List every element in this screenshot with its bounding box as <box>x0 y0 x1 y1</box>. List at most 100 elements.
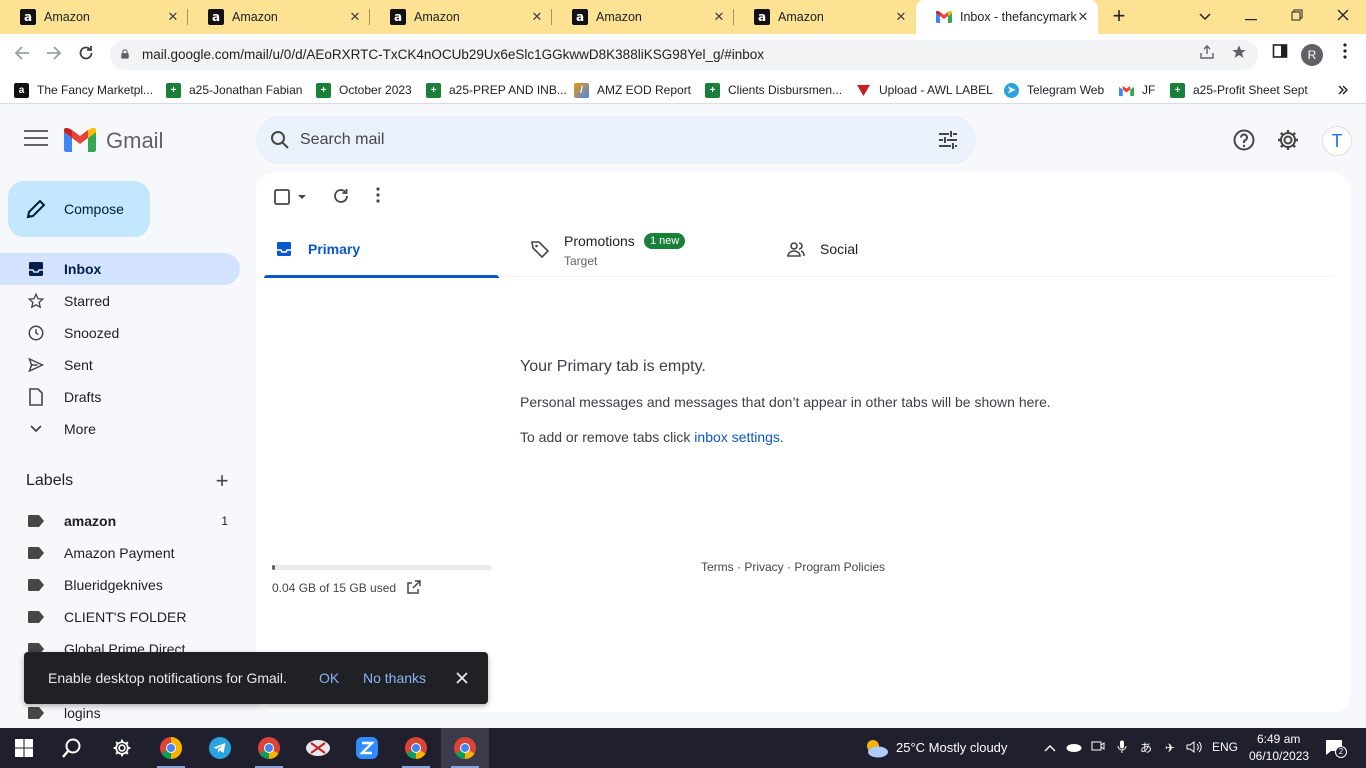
tab-search-icon[interactable] <box>1182 0 1228 34</box>
tab-label: Primary <box>308 241 361 257</box>
share-glyph <box>1200 45 1214 59</box>
close-icon[interactable]: ✕ <box>528 8 546 26</box>
no-thanks-button[interactable]: No thanks <box>363 670 426 686</box>
inbox-settings-link[interactable]: inbox settings <box>694 429 780 445</box>
bookmark-item[interactable]: + October 2023 <box>316 81 412 99</box>
clock-date[interactable]: 06/10/2023 <box>1249 749 1309 763</box>
bookmark-item[interactable]: + a25-Profit Sheet Sept <box>1170 81 1308 99</box>
label-item[interactable]: Blueridgeknives <box>0 569 240 601</box>
open-in-new-icon[interactable] <box>406 579 422 595</box>
close-icon[interactable]: ✕ <box>1074 8 1092 26</box>
refresh-button[interactable] <box>332 187 352 207</box>
tab-social[interactable]: Social <box>776 221 1011 277</box>
sidebar-item-more[interactable]: More <box>0 413 240 445</box>
bookmark-item[interactable]: + a25-Jonathan Fabian <box>166 81 302 99</box>
ime-icon[interactable]: あ <box>1138 740 1154 756</box>
help-icon[interactable] <box>1232 128 1256 152</box>
main-menu-icon[interactable] <box>24 130 48 148</box>
onedrive-cloud-icon[interactable] <box>1066 740 1082 756</box>
share-icon[interactable] <box>1196 44 1218 66</box>
back-button[interactable] <box>9 43 35 69</box>
add-label-icon[interactable]: + <box>212 470 232 492</box>
address-bar[interactable]: mail.google.com/mail/u/0/d/AEoRXRTC-TxCK… <box>110 40 1258 70</box>
close-icon[interactable]: ✕ <box>164 8 182 26</box>
taskbar-zoom[interactable] <box>343 728 391 768</box>
reload-button[interactable] <box>73 43 99 69</box>
browser-tab[interactable]: a Amazon ✕ <box>734 0 916 34</box>
bookmark-item[interactable]: + a25-PREP AND INB... <box>426 81 567 99</box>
taskbar-chrome-profile[interactable] <box>245 728 293 768</box>
search-input[interactable] <box>300 128 900 152</box>
tab-primary[interactable]: Primary <box>264 221 499 278</box>
chevron-up-icon[interactable] <box>1042 740 1058 756</box>
more-bookmarks-icon[interactable] <box>1338 81 1348 99</box>
label-item[interactable]: Amazon Payment <box>0 537 240 569</box>
clock-time[interactable]: 6:49 am <box>1257 732 1300 746</box>
bookmark-item[interactable]: Upload - AWL LABEL <box>856 81 993 99</box>
select-all-checkbox[interactable] <box>274 187 308 207</box>
more-options-button[interactable] <box>376 187 388 207</box>
compose-label: Compose <box>64 201 124 217</box>
bookmark-item[interactable]: ➤ Telegram Web <box>1004 81 1104 99</box>
bookmark-item[interactable]: JF <box>1119 81 1155 99</box>
search-icon[interactable] <box>268 128 292 152</box>
tab-promotions[interactable]: Promotions 1 new Target <box>520 221 770 277</box>
gear-icon[interactable] <box>1276 128 1300 152</box>
microphone-icon[interactable] <box>1114 740 1130 756</box>
close-icon[interactable]: ✕ <box>892 8 910 26</box>
taskbar-chrome-profile-2[interactable] <box>392 728 440 768</box>
star-bookmark-icon[interactable] <box>1228 44 1250 66</box>
bookmark-item[interactable]: + Clients Disbursmen... <box>705 81 842 99</box>
bookmark-item[interactable]: / AMZ EOD Report <box>574 81 691 99</box>
taskbar-chrome[interactable] <box>147 728 195 768</box>
kebab-menu-icon[interactable] <box>1333 43 1357 67</box>
tab-title: Inbox - thefancymark <box>960 10 1077 24</box>
sidebar-item-drafts[interactable]: Drafts <box>0 381 240 413</box>
side-panel-glyph <box>1272 44 1288 58</box>
footer-links[interactable]: Terms · Privacy · Program Policies <box>701 560 885 574</box>
browser-tab[interactable]: a Amazon ✕ <box>370 0 552 34</box>
browser-profile-avatar[interactable]: R <box>1301 44 1323 66</box>
close-window-button[interactable] <box>1320 0 1366 34</box>
side-panel-icon[interactable] <box>1268 43 1292 67</box>
browser-tab[interactable]: a Amazon ✕ <box>552 0 734 34</box>
close-icon[interactable]: ✕ <box>346 8 364 26</box>
start-button[interactable] <box>0 728 48 768</box>
taskbar-chrome-active[interactable] <box>441 728 489 768</box>
close-icon[interactable] <box>452 668 472 688</box>
camera-icon[interactable] <box>1090 740 1106 756</box>
minimize-button[interactable] <box>1228 0 1274 34</box>
browser-tab-active[interactable]: Inbox - thefancymark ✕ <box>916 0 1098 34</box>
enable-notifications-ok-button[interactable]: OK <box>319 670 339 686</box>
browser-tab[interactable]: a Amazon ✕ <box>0 0 188 34</box>
restore-button[interactable] <box>1274 0 1320 34</box>
bookmark-item[interactable]: a The Fancy Marketpl... <box>14 81 153 99</box>
browser-tab[interactable]: a Amazon ✕ <box>188 0 370 34</box>
airplane-mode-icon[interactable]: ✈ <box>1162 740 1178 756</box>
new-tab-button[interactable]: + <box>1108 5 1130 28</box>
sidebar-item-starred[interactable]: Starred <box>0 285 240 317</box>
storage-meter <box>272 565 492 570</box>
close-icon[interactable]: ✕ <box>710 8 728 26</box>
volume-icon[interactable] <box>1186 740 1202 756</box>
weather-text[interactable]: 25°C Mostly cloudy <box>896 740 1007 755</box>
gmail-wordmark: Gmail <box>106 128 164 153</box>
sidebar-item-snoozed[interactable]: Snoozed <box>0 317 240 349</box>
notification-center-icon[interactable]: 2 <box>1325 739 1347 758</box>
search-options-icon[interactable] <box>936 128 960 152</box>
gmail-logo-icon[interactable] <box>64 128 96 152</box>
sidebar-item-sent[interactable]: Sent <box>0 349 240 381</box>
chrome-icon <box>160 737 182 759</box>
label-item[interactable]: amazon 1 <box>0 505 240 537</box>
taskbar-snipping-tool[interactable] <box>294 728 342 768</box>
weather-cloudy-icon[interactable] <box>862 737 890 759</box>
forward-button[interactable] <box>41 43 67 69</box>
taskbar-settings[interactable] <box>98 728 146 768</box>
compose-button[interactable]: Compose <box>8 181 150 237</box>
account-avatar[interactable]: T <box>1322 126 1352 156</box>
label-item[interactable]: CLIENT'S FOLDER <box>0 601 240 633</box>
sidebar-item-inbox[interactable]: Inbox <box>0 253 240 285</box>
taskbar-search-button[interactable] <box>48 728 96 768</box>
language-indicator[interactable]: ENG <box>1212 740 1238 754</box>
taskbar-telegram[interactable] <box>196 728 244 768</box>
